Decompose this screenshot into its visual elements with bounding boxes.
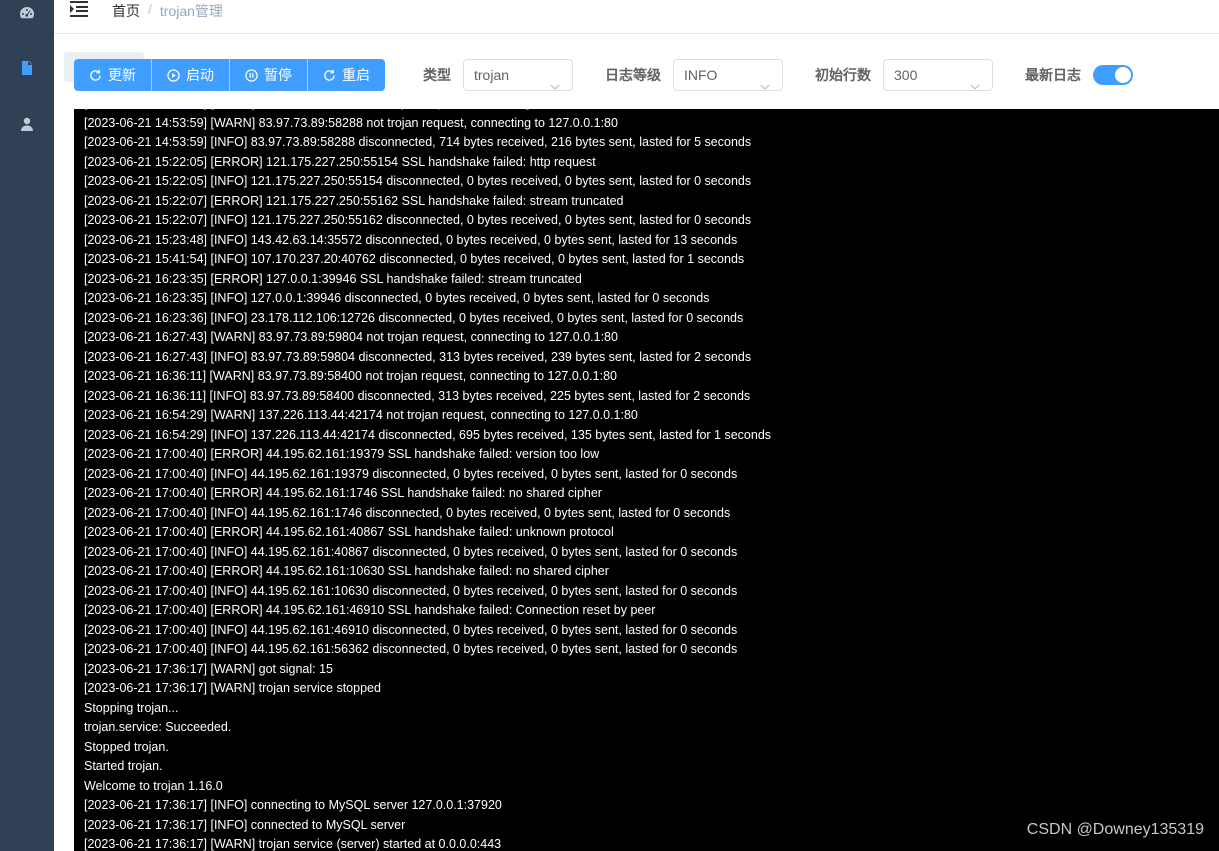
- user-icon[interactable]: [17, 114, 37, 134]
- top-navbar: 首页 / trojan管理: [54, 0, 1219, 34]
- log-line: [2023-06-21 17:00:40] [INFO] 44.195.62.1…: [84, 642, 738, 656]
- log-line: Started trojan.: [84, 759, 163, 773]
- latest-log-toggle[interactable]: [1093, 65, 1133, 85]
- breadcrumb-home[interactable]: 首页: [112, 1, 140, 21]
- log-line: [2023-06-21 16:36:11] [INFO] 83.97.73.89…: [84, 388, 751, 403]
- log-line: [2023-06-21 16:23:35] [ERROR] 127.0.0.1:…: [84, 271, 582, 286]
- log-line: [2023-06-21 16:36:11] [WARN] 83.97.73.89…: [84, 369, 618, 383]
- pause-button-label: 暂停: [264, 67, 292, 83]
- log-line: [2023-06-21 17:36:17] [WARN] trojan serv…: [84, 681, 381, 695]
- menu-toggle-icon[interactable]: [70, 1, 88, 17]
- toggle-knob: [1115, 67, 1131, 83]
- log-line: [2023-06-21 15:22:05] [INFO] 121.175.227…: [84, 174, 752, 188]
- log-line: [2023-06-21 15:23:48] [INFO] 143.42.63.1…: [84, 232, 738, 247]
- log-level-label: 日志等级: [605, 67, 661, 83]
- log-line: [2023-06-21 17:00:40] [ERROR] 44.195.62.…: [84, 564, 609, 578]
- log-line: [2023-06-21 17:00:40] [INFO] 44.195.62.1…: [84, 505, 731, 520]
- log-line: [2023-06-21 17:36:17] [INFO] connecting …: [84, 798, 502, 812]
- chevron-down-icon: [970, 71, 980, 90]
- type-select-value: trojan: [474, 67, 510, 83]
- log-line: [2023-06-21 17:00:40] [INFO] 44.195.62.1…: [84, 622, 738, 637]
- log-line: [2023-06-21 15:22:07] [INFO] 121.175.227…: [84, 213, 752, 227]
- log-line: Stopped trojan.: [84, 739, 169, 754]
- watermark: CSDN @Downey135319: [1026, 821, 1204, 838]
- pause-button[interactable]: 暂停: [230, 59, 308, 91]
- play-icon: [167, 68, 180, 82]
- log-lines: [2023-06-21 14:53:59] [WARN] 83.97.73.89…: [84, 109, 1219, 851]
- initial-lines-label: 初始行数: [815, 67, 871, 83]
- chevron-down-icon: [760, 71, 770, 90]
- log-level-select-value: INFO: [684, 67, 718, 83]
- sidebar: [0, 0, 54, 851]
- initial-lines-select[interactable]: 300: [883, 59, 993, 91]
- log-line: [2023-06-21 17:00:40] [INFO] 44.195.62.1…: [84, 466, 738, 481]
- log-line: trojan.service: Succeeded.: [84, 720, 232, 734]
- log-line: [2023-06-21 16:54:29] [WARN] 137.226.113…: [84, 408, 638, 422]
- start-button-label: 启动: [186, 67, 214, 83]
- log-level-select[interactable]: INFO: [673, 59, 783, 91]
- log-line: [2023-06-21 14:53:59] [WARN] 83.97.73.89…: [84, 115, 618, 130]
- document-icon[interactable]: [17, 58, 37, 78]
- log-line: Welcome to trojan 1.16.0: [84, 778, 223, 793]
- refresh-button[interactable]: 更新: [74, 59, 152, 91]
- breadcrumb: 首页 / trojan管理: [112, 1, 223, 21]
- restart-icon: [323, 69, 336, 82]
- log-line: [2023-06-21 17:00:40] [INFO] 44.195.62.1…: [84, 544, 738, 559]
- log-line: [2023-06-21 15:22:05] [ERROR] 121.175.22…: [84, 154, 596, 169]
- refresh-button-label: 更新: [108, 67, 136, 83]
- log-line: [2023-06-21 14:53:59] [INFO] 83.97.73.89…: [84, 135, 752, 149]
- log-line: [2023-06-21 16:27:43] [INFO] 83.97.73.89…: [84, 349, 752, 364]
- log-line: [2023-06-21 15:22:07] [ERROR] 121.175.22…: [84, 193, 624, 208]
- log-line: [2023-06-21 17:36:17] [WARN] got signal:…: [84, 661, 333, 676]
- action-button-group: 更新 启动 暂停 重启: [74, 59, 385, 91]
- log-line: [2023-06-21 17:00:40] [ERROR] 44.195.62.…: [84, 603, 656, 617]
- breadcrumb-separator: /: [148, 1, 152, 17]
- restart-button[interactable]: 重启: [308, 59, 385, 91]
- breadcrumb-current: trojan管理: [159, 3, 223, 19]
- log-line: [2023-06-21 16:27:43] [WARN] 83.97.73.89…: [84, 330, 618, 344]
- dashboard-icon[interactable]: [17, 3, 37, 23]
- pause-icon: [245, 68, 258, 82]
- latest-log-label: 最新日志: [1025, 67, 1081, 83]
- restart-button-label: 重启: [342, 67, 370, 83]
- log-line: [2023-06-21 17:00:40] [ERROR] 44.195.62.…: [84, 486, 602, 500]
- chevron-down-icon: [550, 71, 560, 90]
- log-line: [2023-06-21 17:00:40] [ERROR] 44.195.62.…: [84, 525, 614, 539]
- refresh-icon: [89, 69, 102, 82]
- log-line: [2023-06-21 16:23:35] [INFO] 127.0.0.1:3…: [84, 291, 710, 305]
- log-line: [2023-06-21 16:23:36] [INFO] 23.178.112.…: [84, 310, 744, 325]
- type-select[interactable]: trojan: [463, 59, 573, 91]
- log-line: [2023-06-21 17:00:40] [ERROR] 44.195.62.…: [84, 447, 600, 461]
- log-line: [2023-06-21 15:41:54] [INFO] 107.170.237…: [84, 252, 745, 266]
- log-line: [2023-06-21 16:54:29] [INFO] 137.226.113…: [84, 427, 772, 442]
- log-line: [2023-06-21 17:00:40] [INFO] 44.195.62.1…: [84, 583, 738, 598]
- log-line: Stopping trojan...: [84, 700, 179, 715]
- initial-lines-select-value: 300: [894, 67, 918, 83]
- type-label: 类型: [423, 67, 451, 83]
- start-button[interactable]: 启动: [152, 59, 230, 91]
- log-output[interactable]: [2023-06-21 14:53:59] [WARN] 83.97.73.89…: [74, 109, 1219, 851]
